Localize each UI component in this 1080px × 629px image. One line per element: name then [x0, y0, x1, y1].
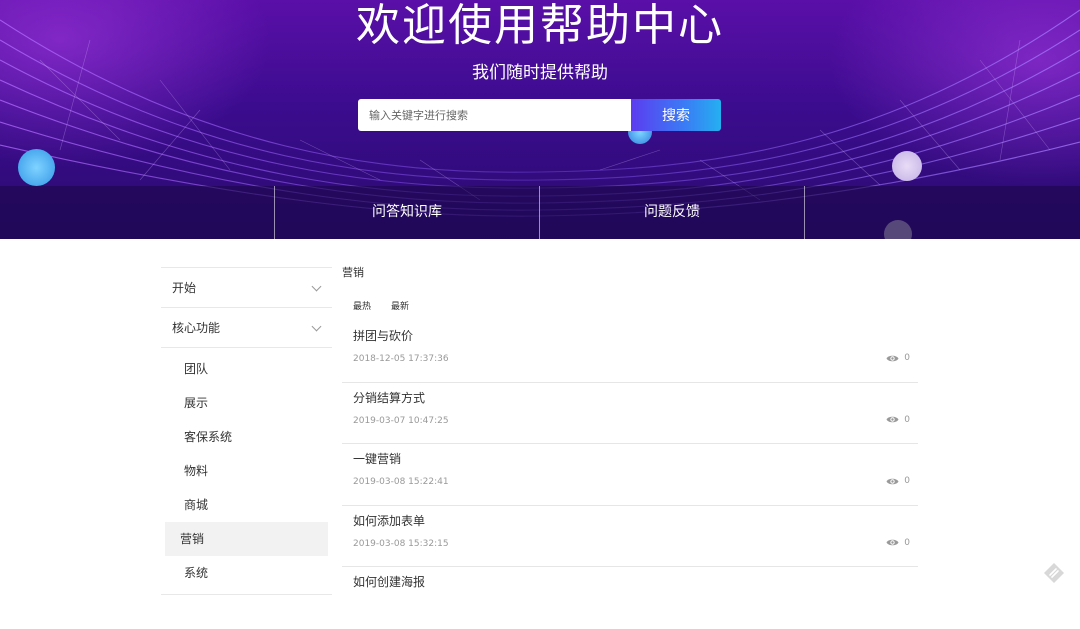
chevron-down-icon [311, 321, 322, 332]
sidebar-submenu: 团队 展示 客保系统 物料 商城 营销 系统 [161, 347, 332, 595]
eye-icon [886, 539, 899, 546]
glow-orb [18, 149, 55, 186]
article-date: 2019-03-08 15:32:15 [353, 538, 449, 549]
view-count-value: 0 [904, 414, 910, 425]
article-title[interactable]: 一键营销 [353, 450, 401, 467]
list-item[interactable]: 一键营销 2019-03-08 15:22:41 0 [342, 444, 918, 506]
sidebar-item-team[interactable]: 团队 [165, 352, 328, 386]
sidebar-group-label: 开始 [172, 281, 197, 295]
view-count-value: 0 [904, 537, 910, 548]
eye-icon [886, 355, 899, 361]
list-item[interactable]: 分销结算方式 2019-03-07 10:47:25 0 [342, 383, 918, 444]
eye-icon [886, 478, 899, 484]
article-title[interactable]: 如何创建海报 [353, 573, 425, 590]
chevron-down-icon [311, 281, 322, 292]
sidebar-item-display[interactable]: 展示 [165, 386, 328, 420]
article-date: 2019-03-07 10:47:25 [353, 415, 449, 426]
sidebar-group-core-features[interactable]: 核心功能 [161, 307, 332, 347]
sidebar-item-marketing[interactable]: 营销 [165, 522, 328, 556]
eye-icon [886, 416, 899, 423]
article-list: 拼团与砍价 2018-12-05 17:37:36 0 分销结算方式 2019-… [342, 321, 918, 629]
list-item[interactable]: 如何添加表单 2019-03-08 15:32:15 0 [342, 506, 918, 567]
sidebar-group-label: 核心功能 [172, 321, 221, 335]
view-count: 0 [886, 415, 910, 425]
article-title[interactable]: 如何添加表单 [353, 512, 425, 529]
sort-tabs: 最热 最新 [353, 299, 409, 312]
sidebar: 开始 核心功能 团队 展示 客保系统 物料 商城 营销 系统 [161, 267, 332, 595]
view-count-value: 0 [904, 353, 910, 363]
list-item[interactable]: 拼团与砍价 2018-12-05 17:37:36 0 [342, 321, 918, 383]
section-title: 营销 [342, 266, 364, 279]
view-count-value: 0 [904, 476, 910, 486]
tab-feedback[interactable]: 问题反馈 [540, 186, 804, 239]
article-date: 2018-12-05 17:37:36 [353, 354, 449, 364]
nav-divider [804, 186, 805, 239]
sidebar-item-system[interactable]: 系统 [165, 556, 328, 590]
view-count: 0 [886, 538, 910, 548]
tab-qa-knowledge-base[interactable]: 问答知识库 [275, 186, 539, 239]
view-count: 0 [886, 476, 910, 486]
hero-nav: 问答知识库 问题反馈 [0, 186, 1080, 239]
article-title[interactable]: 分销结算方式 [353, 389, 425, 406]
sort-tab-newest[interactable]: 最新 [391, 299, 409, 312]
feedback-icon[interactable] [1043, 562, 1065, 584]
sidebar-item-customer-system[interactable]: 客保系统 [165, 420, 328, 454]
page-title: 欢迎使用帮助中心 [356, 0, 724, 51]
search-bar: 搜索 [358, 99, 721, 131]
sidebar-item-mall[interactable]: 商城 [165, 488, 328, 522]
main-content: 营销 最热 最新 拼团与砍价 2018-12-05 17:37:36 0 分销结… [342, 265, 918, 589]
article-date: 2019-03-08 15:22:41 [353, 477, 449, 487]
hero-banner: 欢迎使用帮助中心 我们随时提供帮助 搜索 问答知识库 问题反馈 [0, 0, 1080, 239]
search-input[interactable] [358, 99, 631, 131]
sort-tab-hottest[interactable]: 最热 [353, 299, 371, 312]
article-title[interactable]: 拼团与砍价 [353, 327, 413, 344]
sidebar-group-start[interactable]: 开始 [161, 267, 332, 307]
sidebar-item-materials[interactable]: 物料 [165, 454, 328, 488]
view-count: 0 [886, 353, 910, 363]
glow-orb [892, 151, 922, 181]
list-item[interactable]: 如何创建海报 [342, 567, 918, 629]
page-subtitle: 我们随时提供帮助 [472, 63, 608, 83]
search-button[interactable]: 搜索 [631, 99, 721, 131]
